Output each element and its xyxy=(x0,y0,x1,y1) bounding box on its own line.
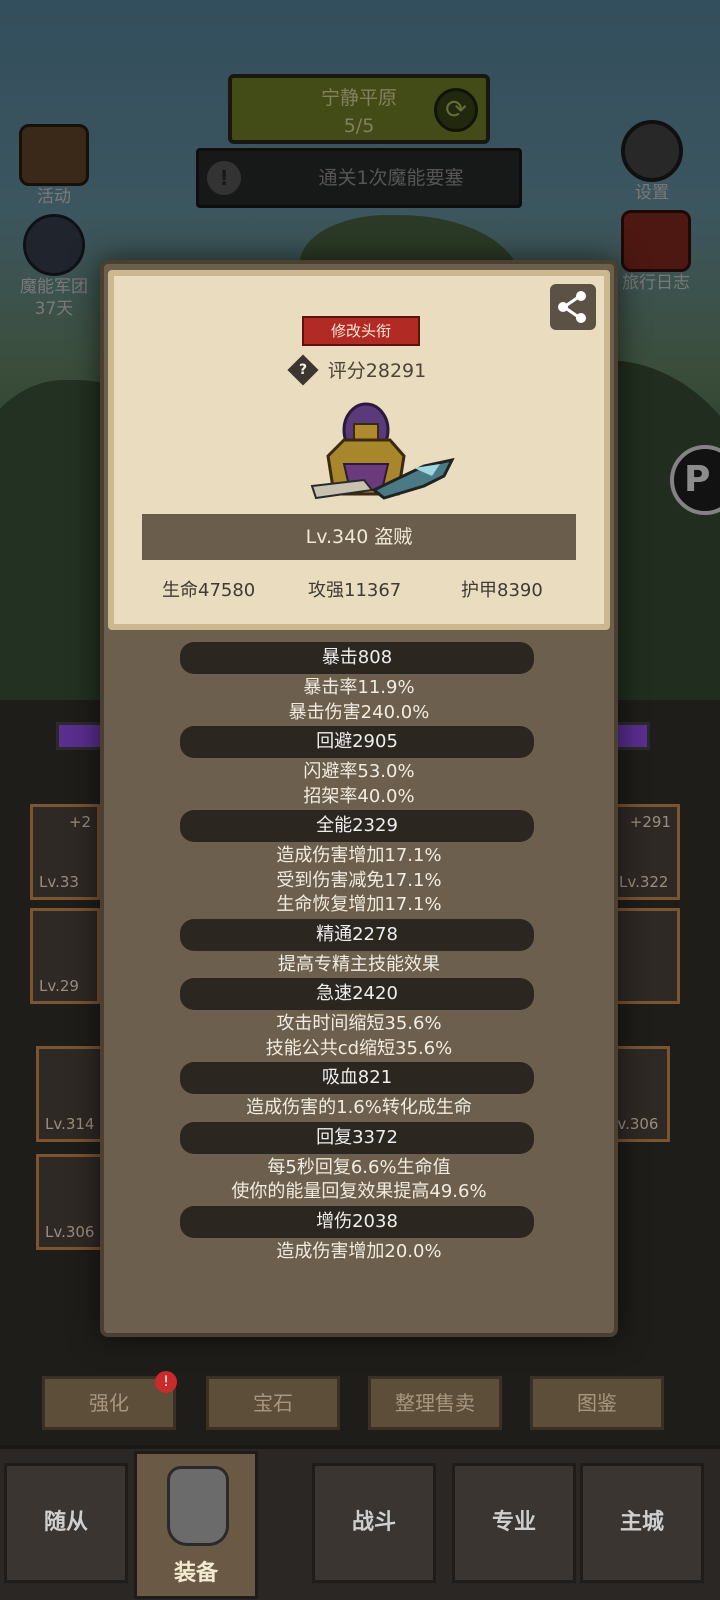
armor-stat: 护甲8390 xyxy=(461,580,543,601)
attribute-detail: 暴击率11.9% xyxy=(303,677,415,698)
bottom-tab-bar: 随从 装备 战斗 专业 主城 xyxy=(0,1445,720,1600)
attribute-detail: 闪避率53.0% xyxy=(303,761,415,782)
attribute-header: 回避2905 xyxy=(180,726,534,758)
hp-stat: 生命47580 xyxy=(162,580,256,601)
armor-icon xyxy=(167,1466,229,1546)
attribute-detail: 造成伤害的1.6%转化成生命 xyxy=(246,1097,472,1118)
attribute-header: 回复3372 xyxy=(180,1121,534,1154)
codex-button[interactable]: 图鉴 xyxy=(530,1376,664,1430)
attribute-header: 增伤2038 xyxy=(180,1205,534,1238)
character-card: 修改头衔 ? 评分28291 Lv.340 盗贼 生命47580 攻强11367 … xyxy=(108,270,610,630)
equip-slot[interactable] xyxy=(610,908,680,1004)
enhance-button[interactable]: 强化 ! xyxy=(42,1371,177,1430)
tab-battle[interactable]: 战斗 xyxy=(312,1463,436,1583)
attribute-detail: 提高专精主技能效果 xyxy=(278,953,440,975)
equip-slot[interactable]: Lv.314 xyxy=(36,1046,106,1142)
level-class-bar: Lv.340 盗贼 xyxy=(142,514,576,560)
tab-profession[interactable]: 专业 xyxy=(452,1463,576,1583)
score-row: ? 评分28291 xyxy=(114,353,604,386)
character-detail-modal: 修改头衔 ? 评分28291 Lv.340 盗贼 生命47580 攻强11367 … xyxy=(100,260,618,1337)
share-icon xyxy=(558,291,586,323)
attribute-header: 暴击808 xyxy=(180,642,534,674)
sort-sell-button[interactable]: 整理售卖 xyxy=(368,1376,502,1430)
equip-slot[interactable]: Lv.306 xyxy=(36,1154,106,1250)
attribute-detail: 受到伤害减免17.1% xyxy=(276,869,442,891)
attribute-detail: 每5秒回复6.6%生命值 xyxy=(267,1156,451,1178)
attribute-detail: 攻击时间缩短35.6% xyxy=(276,1013,442,1034)
equip-slot[interactable]: +2 Lv.33 xyxy=(30,804,100,900)
notification-dot-icon: ! xyxy=(155,1371,177,1393)
edit-title-button[interactable]: 修改头衔 xyxy=(302,316,420,346)
attribute-detail: 造成伤害增加20.0% xyxy=(276,1240,442,1262)
attribute-detail: 造成伤害增加17.1% xyxy=(276,845,442,866)
attack-power-stat: 攻强11367 xyxy=(308,580,402,601)
attribute-header: 全能2329 xyxy=(180,810,534,842)
attribute-header: 吸血821 xyxy=(180,1062,534,1094)
share-button[interactable] xyxy=(550,284,596,330)
equip-slot[interactable]: +291 Lv.322 xyxy=(610,804,680,900)
attribute-header: 急速2420 xyxy=(180,978,534,1010)
attribute-detail: 暴击伤害240.0% xyxy=(288,701,430,723)
attribute-header: 精通2278 xyxy=(180,918,534,951)
equip-slot[interactable]: Lv.29 xyxy=(30,908,100,1004)
attribute-detail: 使你的能量回复效果提高49.6% xyxy=(231,1181,487,1202)
attribute-detail: 技能公共cd缩短35.6% xyxy=(265,1037,453,1059)
help-icon[interactable]: ? xyxy=(287,353,319,386)
tab-followers[interactable]: 随从 xyxy=(4,1463,128,1583)
attribute-detail: 生命恢复增加17.1% xyxy=(276,894,442,915)
tab-main-city[interactable]: 主城 xyxy=(580,1463,704,1583)
score-text: 评分28291 xyxy=(327,360,427,382)
tab-equipment[interactable]: 装备 xyxy=(134,1451,258,1599)
hero-portrait xyxy=(310,402,455,500)
gem-button[interactable]: 宝石 xyxy=(206,1376,340,1430)
attribute-detail: 招架率40.0% xyxy=(303,785,415,807)
bg-purple-bar-left xyxy=(56,722,104,750)
